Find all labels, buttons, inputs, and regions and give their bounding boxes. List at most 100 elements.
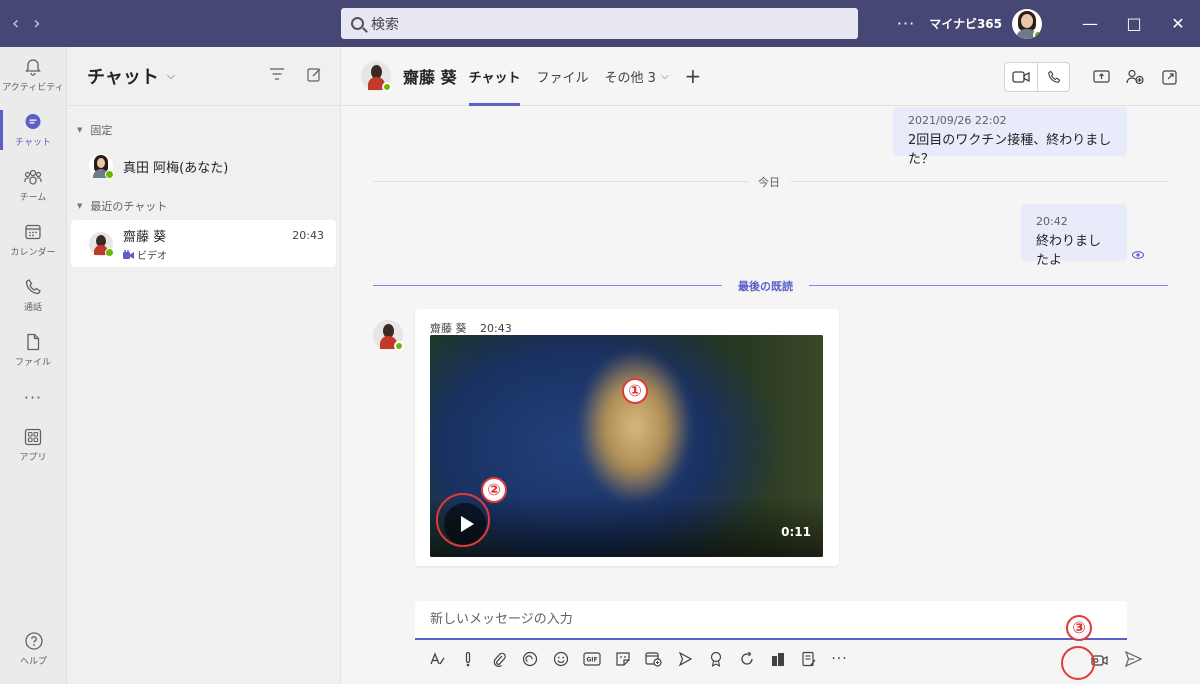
add-people-icon[interactable]: [1118, 69, 1152, 85]
rail-item-files[interactable]: ファイル: [0, 322, 66, 377]
rail-label: チーム: [19, 192, 47, 203]
video-duration: 0:11: [781, 525, 811, 539]
app-rail: アクティビティ チャット チーム カレンダー 通話 ファイル ··· アプリ ヘ…: [0, 47, 67, 684]
stream-icon[interactable]: [669, 648, 700, 670]
annotation-marker-1: ①: [622, 378, 648, 404]
message-text: 終わりましたよ: [1036, 234, 1102, 268]
forward-arrow-icon[interactable]: ›: [33, 14, 40, 33]
rail-label: アクティビティ: [2, 82, 64, 93]
org-name[interactable]: マイナビ365: [929, 15, 1002, 32]
chat-row-name: 齋藤 葵: [123, 229, 167, 245]
compose-toolbar: GIF ···: [421, 648, 855, 670]
avatar: [89, 231, 114, 257]
forms-icon[interactable]: [793, 648, 824, 670]
recent-section-label: 最近のチャット: [90, 200, 168, 213]
sticker-icon[interactable]: [607, 648, 638, 670]
chat-list-tools: [269, 67, 322, 82]
attach-icon[interactable]: [483, 648, 514, 670]
annotation-marker-3: ③: [1066, 615, 1092, 641]
message-time: 2021/09/26 22:02: [908, 114, 1007, 127]
presence-available-icon: [1033, 29, 1042, 39]
schedule-meeting-icon[interactable]: [638, 648, 669, 670]
presence-available-icon: [105, 247, 114, 257]
video-call-icon[interactable]: [1005, 63, 1037, 91]
date-divider-label: 今日: [748, 174, 790, 190]
message-input[interactable]: [430, 612, 1030, 627]
chat-list-title[interactable]: チャット: [87, 63, 159, 89]
tab-more[interactable]: その他 3 ⌵: [604, 47, 668, 106]
tab-files[interactable]: ファイル: [536, 47, 588, 106]
rail-label: ファイル: [14, 357, 51, 368]
rail-item-help[interactable]: ヘルプ: [0, 621, 67, 676]
more-options-icon[interactable]: ···: [824, 648, 855, 670]
presence-available-icon: [105, 170, 114, 179]
presence-available-icon: [382, 82, 392, 92]
rail-item-chat[interactable]: チャット: [0, 102, 66, 157]
history-nav: ‹ ›: [0, 14, 120, 33]
profile-avatar[interactable]: [1012, 8, 1042, 39]
new-chat-icon[interactable]: [307, 67, 322, 82]
rail-item-teams[interactable]: チーム: [0, 157, 66, 212]
share-screen-icon[interactable]: [1084, 70, 1118, 84]
outgoing-message[interactable]: 20:42 終わりましたよ: [1021, 204, 1127, 268]
video-clip-icon: [123, 249, 134, 259]
apps-icon: [24, 428, 42, 445]
chat-row-saito[interactable]: 齋藤 葵 ビデオ 20:43: [71, 220, 336, 267]
send-icon[interactable]: [1122, 647, 1144, 671]
chat-row-self[interactable]: 真田 阿梅(あなた): [71, 144, 336, 188]
search-input[interactable]: 検索: [341, 8, 858, 39]
rail-label: 通話: [23, 302, 42, 313]
pinned-section[interactable]: ▼ 固定: [67, 106, 340, 138]
chat-list-header: チャット ⌵: [67, 47, 340, 106]
filter-icon[interactable]: [269, 67, 285, 81]
collapse-triangle-icon: ▼: [77, 126, 83, 134]
search-icon: [351, 17, 364, 30]
chevron-down-icon: ⌵: [660, 70, 669, 82]
back-arrow-icon[interactable]: ‹: [12, 14, 19, 33]
format-icon[interactable]: [421, 648, 452, 670]
conversation-header: 齋藤 葵 チャット ファイル その他 3 ⌵ +: [341, 47, 1200, 106]
rail-item-calendar[interactable]: カレンダー: [0, 212, 66, 267]
audio-call-icon[interactable]: [1037, 63, 1069, 91]
chat-row-name: 真田 阿梅(あなた): [123, 160, 229, 176]
recent-section[interactable]: ▼ 最近のチャット: [67, 188, 340, 214]
important-icon[interactable]: [452, 648, 483, 670]
sender-name: 齋藤 葵: [430, 322, 467, 335]
loop-icon[interactable]: [514, 648, 545, 670]
update-icon[interactable]: [731, 648, 762, 670]
compose-box[interactable]: [415, 601, 1127, 640]
chat-row-preview: ビデオ: [123, 247, 167, 262]
tab-chat[interactable]: チャット: [468, 47, 520, 106]
praise-icon[interactable]: [700, 648, 731, 670]
outgoing-message[interactable]: 2021/09/26 22:02 2回目のワクチン接種、終わりました？: [893, 107, 1127, 167]
minimize-icon[interactable]: —: [1068, 14, 1112, 33]
rail-label: ヘルプ: [19, 656, 47, 667]
annotation-ring-3: [1061, 646, 1095, 680]
message-time: 20:43: [480, 322, 512, 335]
rail-label: カレンダー: [10, 247, 56, 258]
emoji-icon[interactable]: [545, 648, 576, 670]
seen-eye-icon: [1132, 251, 1144, 259]
approvals-icon[interactable]: [762, 648, 793, 670]
svg-text:GIF: GIF: [586, 657, 597, 664]
chat-icon: [25, 113, 41, 129]
rail-item-calls[interactable]: 通話: [0, 267, 66, 322]
avatar[interactable]: [373, 320, 404, 351]
avatar[interactable]: [361, 61, 392, 92]
pop-out-icon[interactable]: [1152, 69, 1186, 85]
chevron-down-icon[interactable]: ⌵: [167, 69, 175, 83]
gif-icon[interactable]: GIF: [576, 648, 607, 670]
chat-row-preview-text: ビデオ: [137, 250, 167, 262]
title-right: ··· マイナビ365 — □ ✕: [897, 0, 1200, 47]
contact-name: 齋藤 葵: [403, 68, 457, 87]
rail-more-icon[interactable]: ···: [0, 377, 66, 417]
maximize-icon[interactable]: □: [1112, 14, 1156, 33]
annotation-marker-2: ②: [481, 477, 507, 503]
add-tab-icon[interactable]: +: [684, 64, 701, 88]
rail-item-activity[interactable]: アクティビティ: [0, 47, 66, 102]
rail-item-apps[interactable]: アプリ: [0, 417, 66, 472]
collapse-triangle-icon: ▼: [77, 202, 83, 210]
settings-more-icon[interactable]: ···: [897, 14, 915, 33]
pinned-section-label: 固定: [90, 124, 113, 137]
close-icon[interactable]: ✕: [1156, 14, 1200, 33]
